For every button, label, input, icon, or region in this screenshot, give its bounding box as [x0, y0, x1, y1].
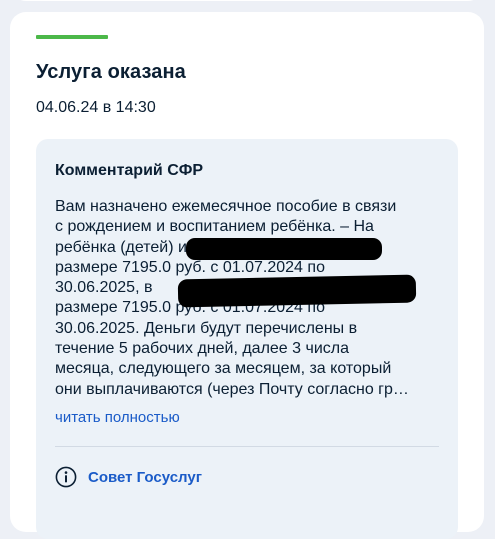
- comment-line: 30.06.2025. Деньги будут перечислены в: [55, 319, 358, 337]
- comment-line: они выплачиваются (через Почту согласно …: [55, 380, 409, 398]
- status-title: Услуга оказана: [36, 61, 186, 83]
- status-indicator-bar: [36, 35, 108, 39]
- advice-label: Совет Госуслуг: [88, 468, 202, 486]
- previous-card: [10, 0, 484, 1]
- comment-line: месяца, следующего за месяцем, за которы…: [55, 360, 392, 378]
- redaction-mark: [186, 238, 382, 260]
- comment-line: Вам назначено ежемесячное пособие в связ…: [55, 198, 397, 215]
- info-icon: [55, 466, 77, 488]
- divider: [55, 446, 439, 447]
- comment-box: Комментарий СФР Вам назначено ежемесячно…: [36, 139, 458, 539]
- comment-line: с рождением и воспитанием ребёнка. – На: [55, 218, 374, 236]
- advice-link[interactable]: Совет Госуслуг: [55, 466, 202, 488]
- comment-line: течение 5 рабочих дней, далее 3 числа: [55, 340, 349, 358]
- status-datetime: 04.06.24 в 14:30: [36, 99, 156, 116]
- service-status-card: Услуга оказана 04.06.24 в 14:30 Коммента…: [10, 12, 484, 539]
- read-more-link[interactable]: читать полностью: [55, 409, 180, 426]
- redaction-mark: [177, 274, 417, 308]
- comment-title: Комментарий СФР: [55, 162, 204, 179]
